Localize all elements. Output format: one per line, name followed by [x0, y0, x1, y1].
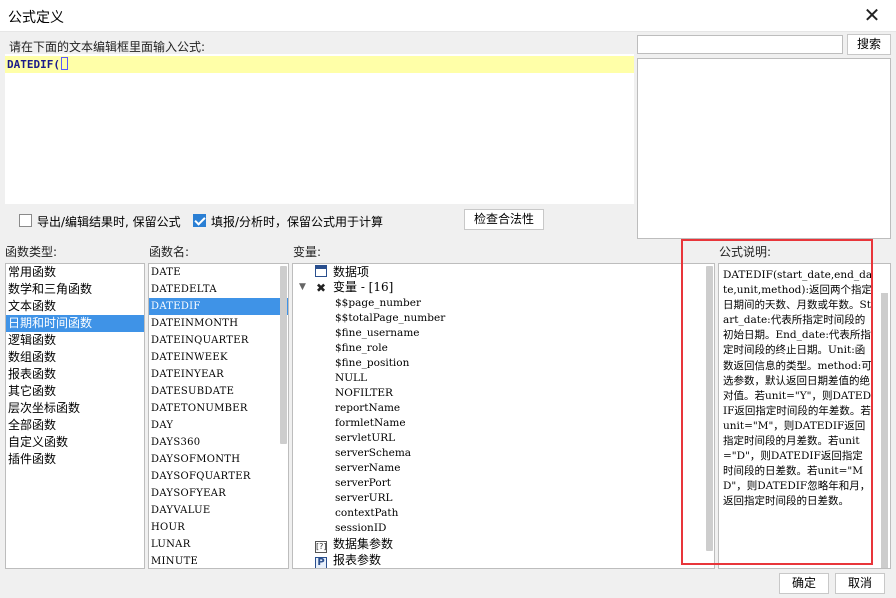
variable-item[interactable]: serverPort: [335, 476, 391, 491]
functions-label: 函数名:: [149, 245, 190, 259]
category-item[interactable]: 常用函数: [6, 264, 144, 281]
editor-prompt: 请在下面的文本编辑框里面输入公式:: [9, 40, 206, 54]
category-item[interactable]: 报表函数: [6, 366, 144, 383]
collapse-icon[interactable]: ▼: [299, 282, 306, 292]
table-icon: [315, 265, 327, 277]
search-results-panel: [637, 58, 891, 239]
search-button[interactable]: 搜索: [847, 34, 891, 55]
formula-editor[interactable]: DATEDIF(: [5, 54, 634, 204]
variable-item[interactable]: servletURL: [335, 431, 395, 446]
tree-item-label: 变量 - [16]: [333, 280, 394, 294]
tree-item-report-params[interactable]: P 报表参数: [315, 553, 381, 568]
search-input[interactable]: [637, 35, 843, 54]
description-scrollbar[interactable]: [881, 293, 888, 568]
title-bar: 公式定义 ✕: [0, 0, 896, 32]
validate-button[interactable]: 检查合法性: [464, 209, 544, 230]
keep-formula-on-fill-label: 填报/分析时，保留公式用于计算: [211, 215, 384, 229]
function-item[interactable]: HOUR: [149, 519, 288, 536]
category-item[interactable]: 全部函数: [6, 417, 144, 434]
category-item[interactable]: 数组函数: [6, 349, 144, 366]
function-item[interactable]: DAYSOFYEAR: [149, 485, 288, 502]
keep-formula-on-export-label: 导出/编辑结果时, 保留公式: [37, 215, 181, 229]
function-item[interactable]: DATEINWEEK: [149, 349, 288, 366]
tree-item-label: 数据集参数: [333, 537, 394, 551]
variable-item[interactable]: serverURL: [335, 491, 393, 506]
tree-item-variables[interactable]: ✖ 变量 - [16]: [315, 280, 393, 295]
variable-item[interactable]: $$totalPage_number: [335, 311, 445, 326]
function-item[interactable]: DATETONUMBER: [149, 400, 288, 417]
report-parameter-icon: P: [315, 557, 327, 568]
variable-tree[interactable]: ▼ 数据项 ✖ 变量 - [16] $$page_number $$totalPag…: [292, 263, 715, 569]
tree-item-label: 数据项: [333, 265, 370, 279]
tree-item-dataset-params[interactable]: [?] 数据集参数: [315, 537, 394, 553]
variable-item[interactable]: contextPath: [335, 506, 398, 521]
tree-item-data-items[interactable]: 数据项: [315, 265, 369, 280]
category-list[interactable]: 常用函数 数学和三角函数 文本函数 日期和时间函数 逻辑函数 数组函数 报表函数 其它函数 层次…: [5, 263, 145, 569]
function-item[interactable]: DATEDELTA: [149, 281, 288, 298]
variable-item[interactable]: serverName: [335, 461, 400, 476]
category-item[interactable]: 数学和三角函数: [6, 281, 144, 298]
function-item[interactable]: DATE: [149, 264, 288, 281]
keep-formula-on-export-checkbox[interactable]: [19, 214, 32, 227]
description-label: 公式说明:: [719, 245, 772, 259]
description-panel: DATEDIF(start_date,end_date,unit,method)…: [718, 263, 891, 569]
category-item[interactable]: 日期和时间函数: [6, 315, 144, 332]
variable-icon: ✖: [315, 281, 327, 295]
function-item[interactable]: DATEINYEAR: [149, 366, 288, 383]
category-item[interactable]: 逻辑函数: [6, 332, 144, 349]
variable-item[interactable]: reportName: [335, 401, 400, 416]
dialog-title: 公式定义: [8, 10, 64, 26]
ok-button[interactable]: 确定: [779, 573, 829, 594]
cancel-button[interactable]: 取消: [835, 573, 885, 594]
variable-item[interactable]: NULL: [335, 371, 367, 386]
variable-item[interactable]: $fine_position: [335, 356, 409, 371]
function-item[interactable]: DAY: [149, 417, 288, 434]
function-item[interactable]: MINUTE: [149, 553, 288, 568]
function-item[interactable]: DAYSOFQUARTER: [149, 468, 288, 485]
variable-tree-scrollbar[interactable]: [706, 266, 713, 551]
variable-item[interactable]: $$page_number: [335, 296, 421, 311]
function-item[interactable]: DAYVALUE: [149, 502, 288, 519]
function-item[interactable]: DATESUBDATE: [149, 383, 288, 400]
variable-item[interactable]: NOFILTER: [335, 386, 393, 401]
tree-item-label: 报表参数: [333, 553, 382, 567]
current-line-highlight: DATEDIF(: [5, 56, 634, 73]
function-item[interactable]: DATEINMONTH: [149, 315, 288, 332]
category-item[interactable]: 其它函数: [6, 383, 144, 400]
function-list[interactable]: DATE DATEDELTA DATEDIF DATEINMONTH DATEINQUA…: [148, 263, 289, 569]
variable-item[interactable]: $fine_role: [335, 341, 388, 356]
categories-label: 函数类型:: [5, 245, 58, 259]
close-icon[interactable]: ✕: [860, 4, 884, 28]
category-item[interactable]: 插件函数: [6, 451, 144, 468]
function-item[interactable]: DAYS360: [149, 434, 288, 451]
variable-item[interactable]: $fine_username: [335, 326, 420, 341]
formula-text[interactable]: DATEDIF(: [7, 57, 68, 71]
variable-item[interactable]: formletName: [335, 416, 406, 431]
variable-item[interactable]: sessionID: [335, 521, 386, 536]
description-text: DATEDIF(start_date,end_date,unit,method)…: [723, 269, 873, 508]
category-item[interactable]: 自定义函数: [6, 434, 144, 451]
formula-open-paren: (: [53, 58, 60, 71]
variables-label: 变量:: [293, 245, 322, 259]
category-item[interactable]: 层次坐标函数: [6, 400, 144, 417]
variable-item[interactable]: serverSchema: [335, 446, 411, 461]
formula-function-name: DATEDIF: [7, 58, 54, 71]
function-item[interactable]: DAYSOFMONTH: [149, 451, 288, 468]
function-item[interactable]: DATEDIF: [149, 298, 288, 315]
text-caret: [60, 57, 68, 70]
category-item[interactable]: 文本函数: [6, 298, 144, 315]
keep-formula-on-fill-checkbox[interactable]: [193, 214, 206, 227]
function-item[interactable]: LUNAR: [149, 536, 288, 553]
function-item[interactable]: DATEINQUARTER: [149, 332, 288, 349]
function-list-scrollbar[interactable]: [280, 266, 287, 444]
dataset-parameter-icon: [?]: [315, 541, 327, 553]
